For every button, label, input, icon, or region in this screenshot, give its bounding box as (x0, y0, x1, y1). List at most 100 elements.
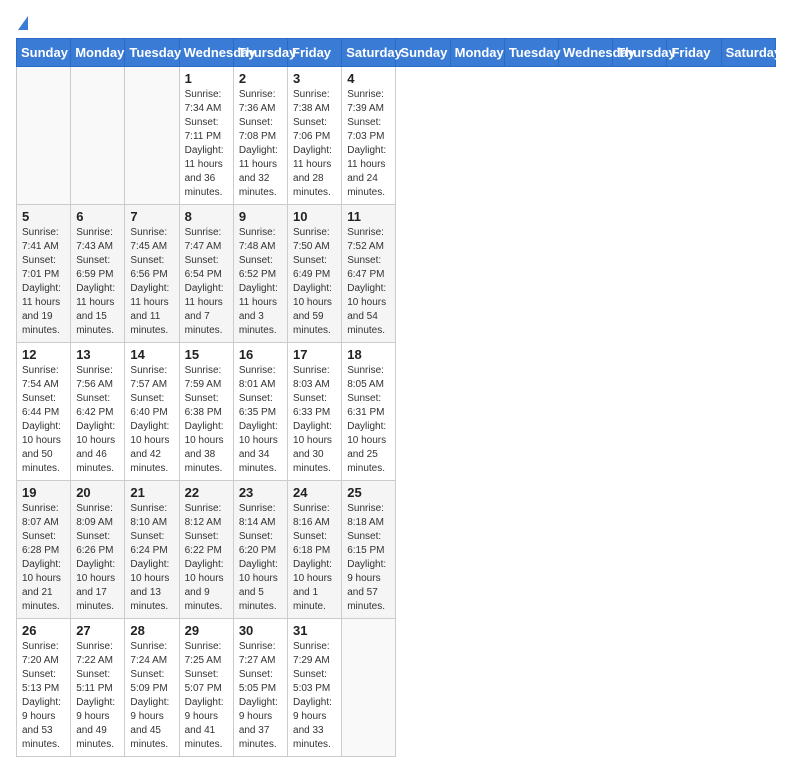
day-info: Sunrise: 8:12 AM Sunset: 6:22 PM Dayligh… (185, 502, 228, 614)
day-info: Sunrise: 8:01 AM Sunset: 6:35 PM Dayligh… (239, 364, 282, 476)
day-number: 2 (239, 71, 282, 86)
day-info: Sunrise: 7:50 AM Sunset: 6:49 PM Dayligh… (293, 226, 336, 338)
day-number: 12 (22, 347, 65, 362)
day-info: Sunrise: 7:29 AM Sunset: 5:03 PM Dayligh… (293, 640, 336, 752)
day-info: Sunrise: 8:09 AM Sunset: 6:26 PM Dayligh… (76, 502, 119, 614)
day-info: Sunrise: 7:48 AM Sunset: 6:52 PM Dayligh… (239, 226, 282, 338)
calendar-cell: 8 Sunrise: 7:47 AM Sunset: 6:54 PM Daylig… (179, 205, 233, 343)
calendar-cell: 11Sunrise: 7:52 AM Sunset: 6:47 PM Dayli… (342, 205, 396, 343)
day-info: Sunrise: 8:03 AM Sunset: 6:33 PM Dayligh… (293, 364, 336, 476)
day-number: 9 (239, 209, 282, 224)
day-number: 30 (239, 623, 282, 638)
calendar-header-row: SundayMondayTuesdayWednesdayThursdayFrid… (17, 39, 776, 67)
calendar-cell: 3 Sunrise: 7:38 AM Sunset: 7:06 PM Daylig… (288, 67, 342, 205)
calendar-cell: 16 Sunrise: 8:01 AM Sunset: 6:35 PM Dayli… (233, 343, 287, 481)
calendar-cell: 13Sunrise: 7:56 AM Sunset: 6:42 PM Dayli… (71, 343, 125, 481)
day-number: 15 (185, 347, 228, 362)
day-info: Sunrise: 7:34 AM Sunset: 7:11 PM Dayligh… (185, 88, 228, 200)
calendar-cell: 26Sunrise: 7:20 AM Sunset: 5:13 PM Dayli… (17, 619, 71, 757)
calendar-cell: 15Sunrise: 7:59 AM Sunset: 6:38 PM Dayli… (179, 343, 233, 481)
day-number: 14 (130, 347, 173, 362)
calendar-week-row: 12 Sunrise: 7:54 AM Sunset: 6:44 PM Dayli… (17, 343, 776, 481)
day-number: 18 (347, 347, 390, 362)
calendar-cell: 12 Sunrise: 7:54 AM Sunset: 6:44 PM Dayli… (17, 343, 71, 481)
day-info: Sunrise: 8:05 AM Sunset: 6:31 PM Dayligh… (347, 364, 390, 476)
day-number: 11 (347, 209, 390, 224)
day-info: Sunrise: 8:10 AM Sunset: 6:24 PM Dayligh… (130, 502, 173, 614)
calendar-week-row: 26Sunrise: 7:20 AM Sunset: 5:13 PM Dayli… (17, 619, 776, 757)
calendar-week-row: 5Sunrise: 7:41 AM Sunset: 7:01 PM Daylig… (17, 205, 776, 343)
day-number: 20 (76, 485, 119, 500)
day-info: Sunrise: 7:57 AM Sunset: 6:40 PM Dayligh… (130, 364, 173, 476)
weekday-header-thursday: Thursday (233, 39, 287, 67)
calendar-cell: 9 Sunrise: 7:48 AM Sunset: 6:52 PM Daylig… (233, 205, 287, 343)
calendar-cell: 5Sunrise: 7:41 AM Sunset: 7:01 PM Daylig… (17, 205, 71, 343)
day-number: 1 (185, 71, 228, 86)
day-info: Sunrise: 7:54 AM Sunset: 6:44 PM Dayligh… (22, 364, 65, 476)
day-number: 4 (347, 71, 390, 86)
day-info: Sunrise: 7:24 AM Sunset: 5:09 PM Dayligh… (130, 640, 173, 752)
weekday-header-thursday: Thursday (613, 39, 667, 67)
day-number: 25 (347, 485, 390, 500)
day-info: Sunrise: 8:07 AM Sunset: 6:28 PM Dayligh… (22, 502, 65, 614)
calendar-cell: 25 Sunrise: 8:18 AM Sunset: 6:15 PM Dayli… (342, 481, 396, 619)
calendar-cell (342, 619, 396, 757)
weekday-header-monday: Monday (450, 39, 504, 67)
day-number: 3 (293, 71, 336, 86)
day-number: 19 (22, 485, 65, 500)
day-number: 22 (185, 485, 228, 500)
day-number: 21 (130, 485, 173, 500)
calendar-table: SundayMondayTuesdayWednesdayThursdayFrid… (16, 38, 776, 757)
day-info: Sunrise: 7:22 AM Sunset: 5:11 PM Dayligh… (76, 640, 119, 752)
day-info: Sunrise: 7:39 AM Sunset: 7:03 PM Dayligh… (347, 88, 390, 200)
day-number: 27 (76, 623, 119, 638)
calendar-cell: 20 Sunrise: 8:09 AM Sunset: 6:26 PM Dayli… (71, 481, 125, 619)
calendar-cell: 24 Sunrise: 8:16 AM Sunset: 6:18 PM Dayli… (288, 481, 342, 619)
day-info: Sunrise: 7:38 AM Sunset: 7:06 PM Dayligh… (293, 88, 336, 200)
calendar-cell: 2Sunrise: 7:36 AM Sunset: 7:08 PM Daylig… (233, 67, 287, 205)
calendar-week-row: 1 Sunrise: 7:34 AM Sunset: 7:11 PM Daylig… (17, 67, 776, 205)
calendar-cell (125, 67, 179, 205)
calendar-cell: 22 Sunrise: 8:12 AM Sunset: 6:22 PM Dayli… (179, 481, 233, 619)
calendar-cell: 10 Sunrise: 7:50 AM Sunset: 6:49 PM Dayli… (288, 205, 342, 343)
calendar-cell: 19 Sunrise: 8:07 AM Sunset: 6:28 PM Dayli… (17, 481, 71, 619)
day-number: 8 (185, 209, 228, 224)
day-info: Sunrise: 7:41 AM Sunset: 7:01 PM Dayligh… (22, 226, 65, 338)
calendar-cell: 17 Sunrise: 8:03 AM Sunset: 6:33 PM Dayli… (288, 343, 342, 481)
calendar-cell (17, 67, 71, 205)
page-header (16, 16, 776, 30)
day-number: 16 (239, 347, 282, 362)
day-number: 10 (293, 209, 336, 224)
calendar-cell: 1 Sunrise: 7:34 AM Sunset: 7:11 PM Daylig… (179, 67, 233, 205)
calendar-cell: 29 Sunrise: 7:25 AM Sunset: 5:07 PM Dayli… (179, 619, 233, 757)
weekday-header-friday: Friday (667, 39, 721, 67)
calendar-cell: 21 Sunrise: 8:10 AM Sunset: 6:24 PM Dayli… (125, 481, 179, 619)
day-number: 31 (293, 623, 336, 638)
weekday-header-saturday: Saturday (721, 39, 775, 67)
weekday-header-saturday: Saturday (342, 39, 396, 67)
weekday-header-monday: Monday (71, 39, 125, 67)
day-info: Sunrise: 7:47 AM Sunset: 6:54 PM Dayligh… (185, 226, 228, 338)
weekday-header-sunday: Sunday (396, 39, 450, 67)
day-number: 23 (239, 485, 282, 500)
calendar-cell (71, 67, 125, 205)
calendar-cell: 28Sunrise: 7:24 AM Sunset: 5:09 PM Dayli… (125, 619, 179, 757)
calendar-cell: 14 Sunrise: 7:57 AM Sunset: 6:40 PM Dayli… (125, 343, 179, 481)
calendar-cell: 4 Sunrise: 7:39 AM Sunset: 7:03 PM Daylig… (342, 67, 396, 205)
day-number: 13 (76, 347, 119, 362)
weekday-header-wednesday: Wednesday (179, 39, 233, 67)
day-number: 26 (22, 623, 65, 638)
weekday-header-wednesday: Wednesday (559, 39, 613, 67)
day-number: 17 (293, 347, 336, 362)
day-number: 7 (130, 209, 173, 224)
day-number: 29 (185, 623, 228, 638)
day-info: Sunrise: 8:16 AM Sunset: 6:18 PM Dayligh… (293, 502, 336, 614)
weekday-header-friday: Friday (288, 39, 342, 67)
day-info: Sunrise: 7:43 AM Sunset: 6:59 PM Dayligh… (76, 226, 119, 338)
calendar-cell: 6Sunrise: 7:43 AM Sunset: 6:59 PM Daylig… (71, 205, 125, 343)
day-info: Sunrise: 7:25 AM Sunset: 5:07 PM Dayligh… (185, 640, 228, 752)
day-info: Sunrise: 8:18 AM Sunset: 6:15 PM Dayligh… (347, 502, 390, 614)
calendar-week-row: 19 Sunrise: 8:07 AM Sunset: 6:28 PM Dayli… (17, 481, 776, 619)
day-number: 24 (293, 485, 336, 500)
calendar-cell: 18 Sunrise: 8:05 AM Sunset: 6:31 PM Dayli… (342, 343, 396, 481)
